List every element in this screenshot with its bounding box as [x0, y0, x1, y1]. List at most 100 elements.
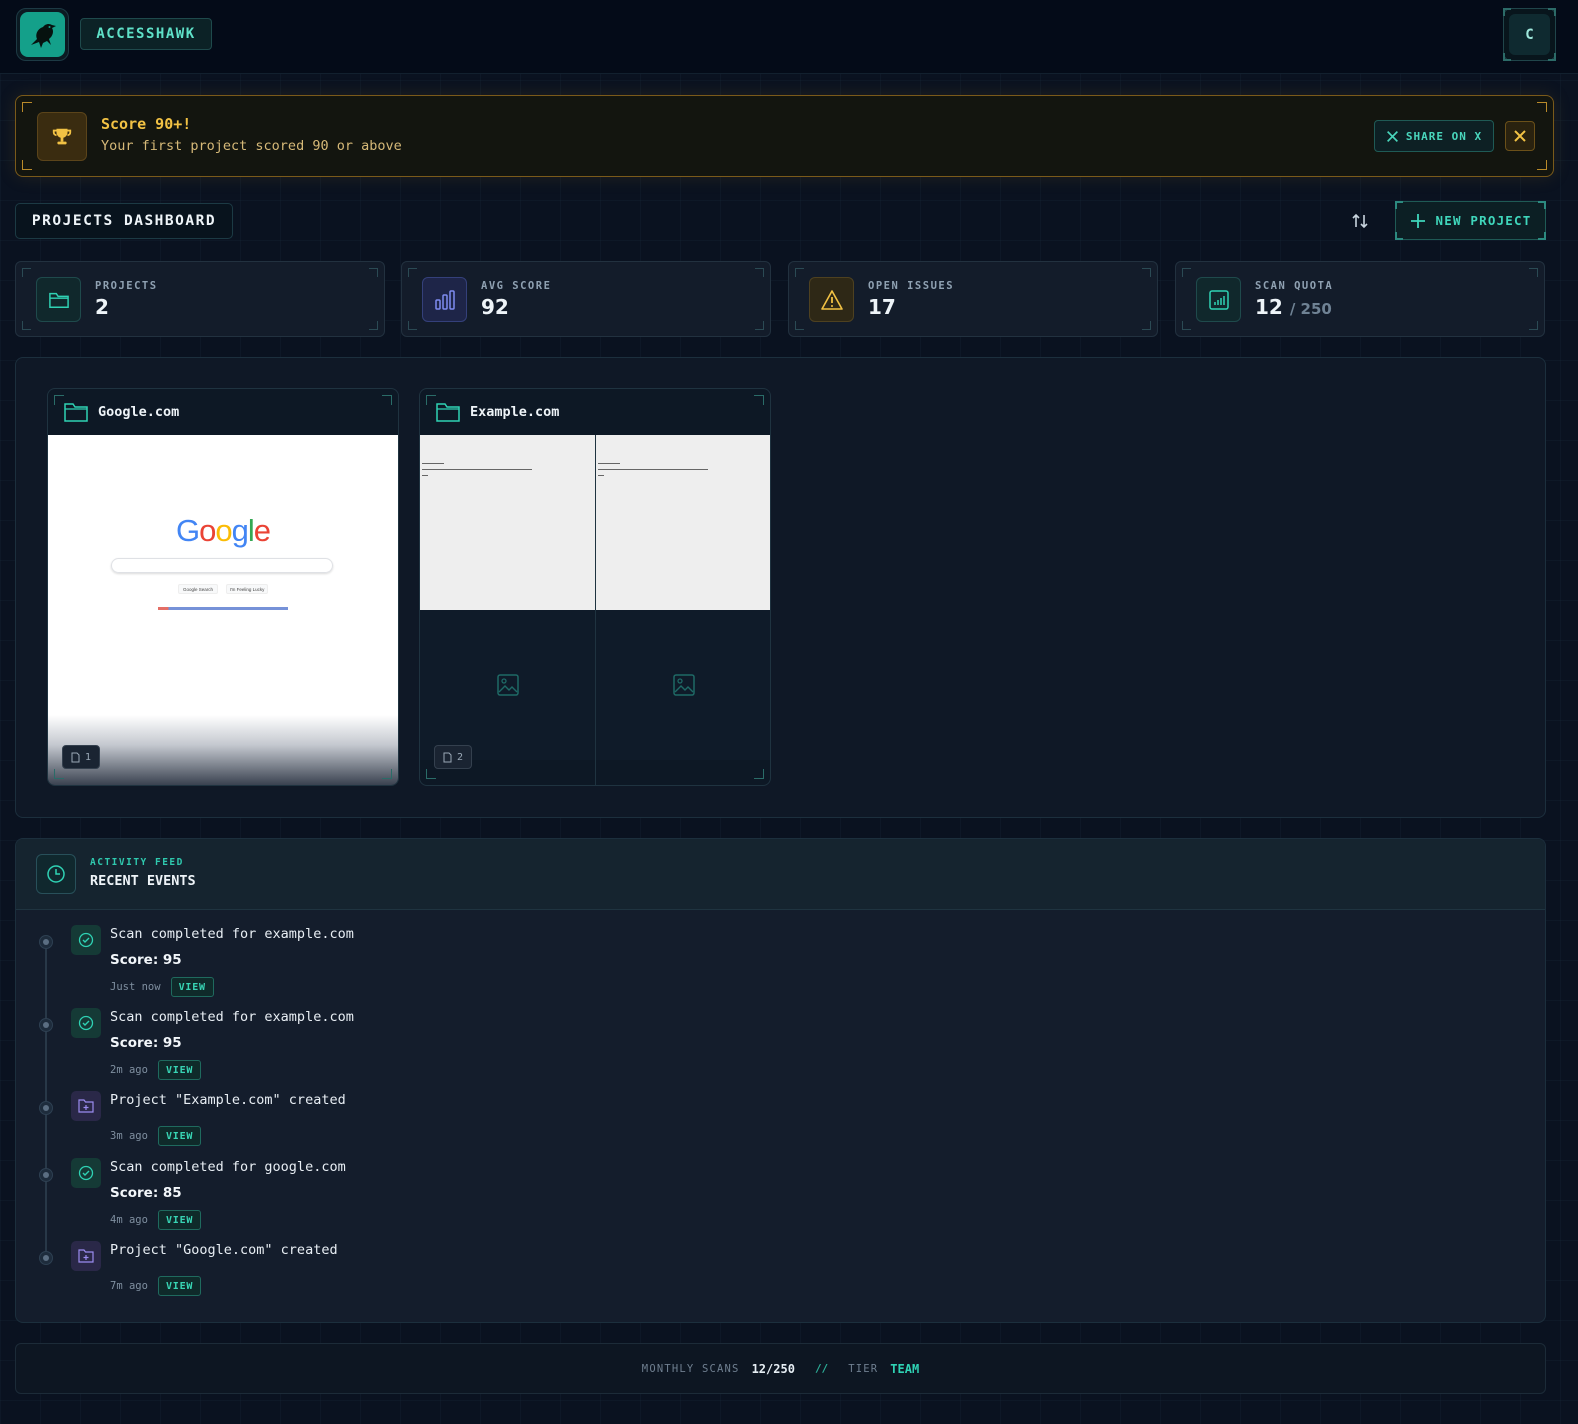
activity-feed: ACTIVITY FEED RECENT EVENTS Scan complet… [15, 838, 1546, 1323]
stat-label: SCAN QUOTA [1255, 280, 1334, 292]
stat-avg-score: AVG SCORE 92 [401, 261, 771, 337]
share-on-x-button[interactable]: SHARE ON X [1374, 120, 1494, 152]
usage-footer: MONTHLY SCANS 12/250 // TIER TEAM [15, 1343, 1546, 1394]
folder-plus-icon [71, 1241, 101, 1271]
folder-plus-icon [71, 1091, 101, 1121]
quota-total: / 250 [1289, 300, 1332, 318]
view-button[interactable]: VIEW [170, 977, 214, 997]
stat-value: 12 / 250 [1255, 295, 1332, 319]
app-logo[interactable] [16, 8, 69, 61]
view-button[interactable]: VIEW [157, 1210, 202, 1230]
stat-projects: PROJECTS 2 [15, 261, 385, 337]
banner-subtitle: Your first project scored 90 or above [101, 138, 402, 154]
page-thumbnail[interactable]: Google Google Search I'm Feeling Lucky [48, 435, 398, 785]
image-placeholder-icon [496, 674, 519, 696]
achievement-banner: Score 90+! Your first project scored 90 … [15, 95, 1554, 177]
thumbnail-text-line [598, 469, 708, 470]
projects-grid: Google.com Google Google Search I'm Feel… [15, 357, 1546, 818]
page-count-badge: 1 [62, 745, 101, 769]
event-meta: 3m ago VIEW [110, 1126, 202, 1146]
plus-icon [1410, 213, 1425, 228]
thumbnail-text-line [598, 475, 604, 476]
stat-label: AVG SCORE [481, 280, 552, 292]
project-card[interactable]: Google.com Google Google Search I'm Feel… [47, 388, 399, 786]
activity-event: Scan completed for google.com Score: 85 … [16, 1158, 716, 1238]
event-time: 2m ago [110, 1064, 148, 1076]
page-count: 2 [457, 751, 464, 763]
event-time: 4m ago [110, 1214, 148, 1226]
thumbnail-text-line [598, 463, 620, 464]
tier-value: TEAM [890, 1361, 920, 1376]
project-card-header: Example.com [420, 389, 770, 435]
banner-title: Score 90+! [101, 115, 192, 133]
close-icon [1514, 130, 1526, 142]
check-circle-icon [71, 1158, 101, 1188]
activity-header: ACTIVITY FEED RECENT EVENTS [16, 839, 1545, 910]
stat-value: 2 [95, 295, 109, 319]
thumbnail-button: Google Search [178, 584, 218, 594]
activity-event: Scan completed for example.com Score: 95… [16, 1008, 716, 1088]
new-project-button[interactable]: NEW PROJECT [1395, 201, 1546, 240]
folder-icon [36, 277, 81, 322]
hawk-icon [20, 12, 65, 57]
timeline-dot [39, 1251, 53, 1265]
timeline-dot [39, 1168, 53, 1182]
event-text: Project "Google.com" created [110, 1242, 338, 1258]
footer-separator: // [814, 1362, 829, 1375]
page-icon [443, 752, 452, 762]
project-name: Google.com [98, 404, 180, 420]
event-meta: 7m ago VIEW [110, 1276, 202, 1296]
event-text: Scan completed for example.com [110, 926, 354, 942]
monthly-scans-value: 12/250 [751, 1361, 795, 1376]
activity-title: RECENT EVENTS [90, 873, 196, 889]
stat-label: OPEN ISSUES [868, 280, 955, 292]
close-banner-button[interactable] [1505, 121, 1535, 151]
activity-event: Project "Google.com" created 7m ago VIEW [16, 1241, 716, 1321]
quota-chart-icon [1196, 277, 1241, 322]
thumbnail-text-line [422, 469, 532, 470]
thumbnail-search-bar [111, 558, 333, 573]
page-thumbnail[interactable] [596, 435, 770, 610]
view-button[interactable]: VIEW [157, 1276, 202, 1296]
page-thumbnail[interactable] [420, 435, 595, 610]
thumbnail-text-line [422, 463, 444, 464]
event-time: 3m ago [110, 1130, 148, 1142]
timeline-dot [39, 1101, 53, 1115]
activity-event: Scan completed for example.com Score: 95… [16, 925, 716, 1005]
thumbnail-placeholder [596, 610, 770, 760]
google-logo: Google [175, 513, 271, 548]
event-meta: Just now VIEW [110, 977, 214, 997]
folder-icon [64, 403, 88, 422]
stat-scan-quota: SCAN QUOTA 12 / 250 [1175, 261, 1545, 337]
stat-value: 17 [868, 295, 896, 319]
tier-label: TIER [848, 1362, 879, 1375]
stat-label: PROJECTS [95, 280, 158, 292]
event-text: Project "Example.com" created [110, 1092, 346, 1108]
activity-kicker: ACTIVITY FEED [90, 857, 184, 868]
new-project-label: NEW PROJECT [1435, 213, 1532, 228]
warning-icon [809, 277, 854, 322]
sort-button[interactable] [1349, 210, 1371, 232]
project-card[interactable]: Example.com 2 [419, 388, 771, 786]
view-button[interactable]: VIEW [157, 1060, 202, 1080]
quota-used: 12 [1255, 295, 1283, 319]
event-score: Score: 95 [110, 1035, 182, 1051]
share-label: SHARE ON X [1405, 129, 1483, 143]
top-bar: ACCESSHAWK C [0, 0, 1578, 74]
event-time: Just now [110, 981, 161, 993]
brand-name[interactable]: ACCESSHAWK [80, 18, 212, 50]
view-button[interactable]: VIEW [157, 1126, 202, 1146]
page-count-badge: 2 [434, 745, 473, 769]
image-placeholder-icon [672, 674, 695, 696]
event-score: Score: 95 [110, 952, 182, 968]
project-card-header: Google.com [48, 389, 398, 435]
check-circle-icon [71, 925, 101, 955]
thumbnail-button: I'm Feeling Lucky [226, 584, 268, 594]
event-meta: 4m ago VIEW [110, 1210, 202, 1230]
x-logo-icon [1386, 130, 1398, 142]
thumbnail-divider [595, 435, 596, 785]
sort-icon [1352, 213, 1368, 229]
clock-icon [36, 854, 76, 894]
page-count: 1 [85, 751, 92, 763]
user-avatar[interactable]: C [1503, 8, 1556, 61]
